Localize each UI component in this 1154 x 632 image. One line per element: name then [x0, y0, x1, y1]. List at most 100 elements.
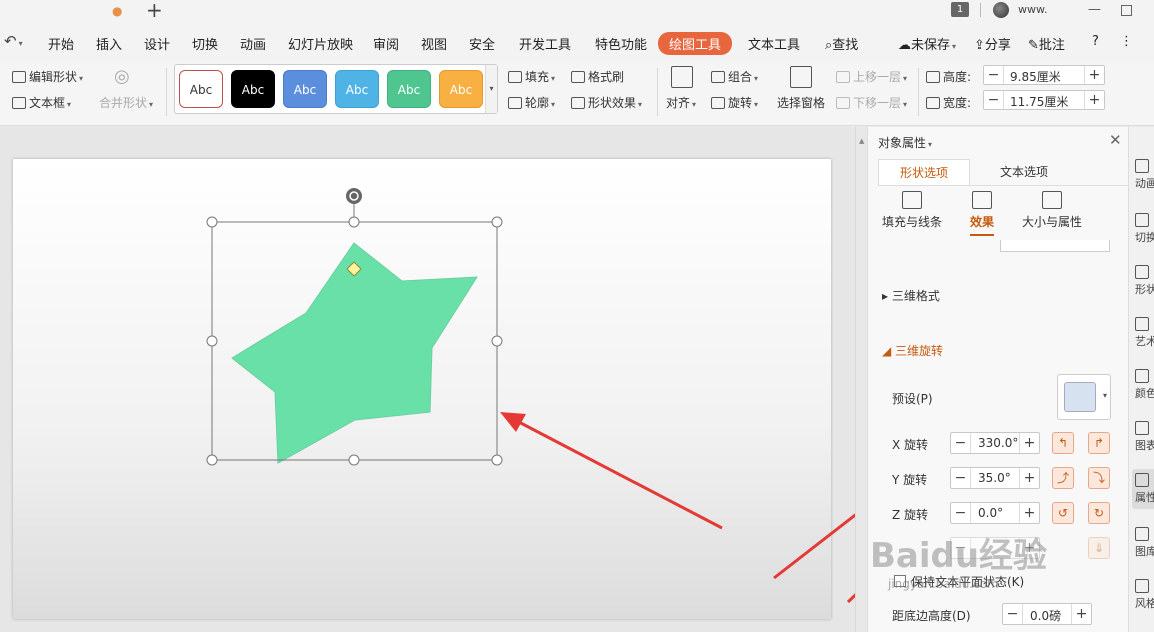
maximize-button[interactable] — [1121, 5, 1132, 16]
distance-decrement[interactable]: − — [1003, 604, 1023, 624]
menu-animation[interactable]: 动画 — [240, 34, 266, 53]
merge-shapes-button[interactable]: 合并形状 ▾ — [99, 94, 153, 111]
style-swatch[interactable]: Abc — [283, 70, 327, 108]
width-decrement[interactable]: − — [984, 91, 1004, 109]
subtab-effects[interactable]: 效果 — [970, 191, 995, 236]
menu-design[interactable]: 设计 — [144, 34, 170, 53]
y-rotation-value[interactable]: 35.0° — [978, 471, 1011, 485]
unsaved-button[interactable]: ☁未保存 ▾ — [898, 34, 956, 53]
slide-canvas[interactable] — [13, 159, 831, 619]
section-3d-rotation[interactable]: ◢ 三维旋转 — [882, 342, 943, 359]
menu-slideshow[interactable]: 幻灯片放映 — [288, 34, 353, 53]
rotate-left-button[interactable]: ↰ — [1052, 432, 1074, 454]
x-rotation-increment[interactable]: + — [1019, 433, 1039, 453]
edit-shape-button[interactable]: 编辑形状 ▾ — [12, 68, 83, 85]
menu-find[interactable]: ⌕查找 — [825, 34, 858, 53]
rotate-button[interactable]: 旋转 ▾ — [711, 94, 758, 111]
y-rotation-decrement[interactable]: − — [951, 468, 971, 488]
width-stepper[interactable]: − 11.75厘米 + — [983, 90, 1105, 110]
text-box-button[interactable]: 文本框 ▾ — [12, 94, 71, 111]
perspective-button[interactable]: ⇓ — [1088, 537, 1110, 559]
subtab-size-properties[interactable]: 大小与属性 — [1022, 191, 1082, 230]
rail-item-shapes[interactable]: 形状 — [1135, 265, 1154, 297]
bring-forward-button[interactable]: 上移一层 ▾ — [836, 68, 907, 85]
group-button[interactable]: 组合 ▾ — [711, 68, 758, 85]
minimize-button[interactable]: — — [1088, 2, 1101, 17]
section-3d-format[interactable]: ▸ 三维格式 — [882, 287, 940, 304]
x-rotation-value[interactable]: 330.0° — [978, 436, 1018, 450]
avatar[interactable] — [993, 2, 1009, 18]
rotate-right-button[interactable]: ↱ — [1088, 432, 1110, 454]
z-rotation-decrement[interactable]: − — [951, 503, 971, 523]
rail-item-style[interactable]: 风格 — [1135, 579, 1154, 611]
menu-review[interactable]: 审阅 — [373, 34, 399, 53]
undo-icon[interactable]: ↶ ▾ — [4, 32, 23, 50]
width-value[interactable]: 11.75厘米 — [1010, 93, 1068, 110]
shape-effects-button[interactable]: 形状效果 ▾ — [571, 94, 642, 111]
menu-text-tools[interactable]: 文本工具 — [748, 34, 800, 53]
z-rotation-stepper[interactable]: − 0.0° + — [950, 502, 1040, 524]
window-count-badge[interactable]: 1 — [951, 2, 969, 17]
distance-stepper[interactable]: − 0.0磅 + — [1002, 603, 1092, 625]
tab-text-options[interactable]: 文本选项 — [978, 159, 1070, 186]
z-rotation-value[interactable]: 0.0° — [978, 506, 1003, 520]
outline-button[interactable]: 轮廓 ▾ — [508, 94, 555, 111]
close-icon[interactable]: ✕ — [1109, 131, 1122, 149]
style-swatch[interactable]: Abc — [387, 70, 431, 108]
rail-item-properties[interactable]: 属性 — [1132, 469, 1154, 509]
x-rotation-decrement[interactable]: − — [951, 433, 971, 453]
send-backward-button[interactable]: 下移一层 ▾ — [836, 94, 907, 111]
tab-shape-options[interactable]: 形状选项 — [878, 159, 970, 186]
rail-item-colors[interactable]: 颜色 — [1135, 369, 1154, 401]
new-tab-button[interactable]: + — [146, 0, 163, 22]
z-rotation-increment[interactable]: + — [1019, 503, 1039, 523]
rail-item-gallery[interactable]: 图库 — [1135, 527, 1154, 559]
menu-developer[interactable]: 开发工具 — [519, 34, 571, 53]
width-increment[interactable]: + — [1084, 91, 1104, 109]
x-rotation-stepper[interactable]: − 330.0° + — [950, 432, 1040, 454]
distance-increment[interactable]: + — [1071, 604, 1091, 624]
align-button[interactable]: 对齐 ▾ — [666, 94, 696, 111]
pane-scrollbar[interactable]: ▲ — [855, 127, 867, 632]
rail-item-charts[interactable]: 图表 — [1135, 421, 1154, 453]
perspective-decrement[interactable]: − — [951, 538, 971, 558]
preset-dropdown[interactable]: ▾ — [1057, 374, 1111, 420]
comment-button[interactable]: ✎批注 — [1028, 34, 1065, 53]
perspective-stepper[interactable]: − + — [950, 537, 1040, 559]
y-rotation-increment[interactable]: + — [1019, 468, 1039, 488]
user-name[interactable]: www. — [1018, 3, 1047, 16]
height-increment[interactable]: + — [1084, 66, 1104, 84]
rotate-clockwise-button[interactable]: ↻ — [1088, 502, 1110, 524]
gallery-expand-icon[interactable]: ▾ — [485, 65, 497, 113]
menu-transitions[interactable]: 切换 — [192, 34, 218, 53]
rotate-up-button[interactable]: ⤴ — [1052, 467, 1074, 489]
subtab-fill-line[interactable]: 填充与线条 — [882, 191, 942, 230]
height-value[interactable]: 9.85厘米 — [1010, 68, 1061, 85]
menu-insert[interactable]: 插入 — [96, 34, 122, 53]
perspective-increment[interactable]: + — [1019, 538, 1039, 558]
menu-view[interactable]: 视图 — [421, 34, 447, 53]
scroll-up-icon[interactable]: ▲ — [859, 137, 865, 147]
pane-title[interactable]: 对象属性 ▾ — [878, 134, 932, 151]
help-button[interactable]: ? — [1092, 34, 1099, 49]
style-swatch[interactable]: Abc — [179, 70, 223, 108]
format-painter-button[interactable]: 格式刷 — [571, 68, 624, 85]
selection-pane-button[interactable]: 选择窗格 — [777, 94, 825, 111]
rail-item-transitions[interactable]: 切换 — [1135, 213, 1154, 245]
menu-drawing-tools[interactable]: 绘图工具 — [658, 32, 733, 55]
fill-button[interactable]: 填充 ▾ — [508, 68, 555, 85]
rail-item-art[interactable]: 艺术 — [1135, 317, 1154, 349]
rotate-counterclockwise-button[interactable]: ↺ — [1052, 502, 1074, 524]
style-swatch[interactable]: Abc — [439, 70, 483, 108]
height-stepper[interactable]: − 9.85厘米 + — [983, 65, 1105, 85]
keep-text-flat-checkbox[interactable] — [894, 575, 906, 587]
height-decrement[interactable]: − — [984, 66, 1004, 84]
rotate-down-button[interactable]: ⤵ — [1088, 467, 1110, 489]
menu-security[interactable]: 安全 — [469, 34, 495, 53]
share-button[interactable]: ⇪分享 — [974, 34, 1011, 53]
distance-value[interactable]: 0.0磅 — [1030, 607, 1061, 624]
clipped-dropdown[interactable] — [1000, 240, 1110, 252]
menu-features[interactable]: 特色功能 — [595, 34, 647, 53]
rail-item-animation[interactable]: 动画 — [1135, 159, 1154, 191]
more-button[interactable]: ⋮ — [1120, 34, 1133, 49]
